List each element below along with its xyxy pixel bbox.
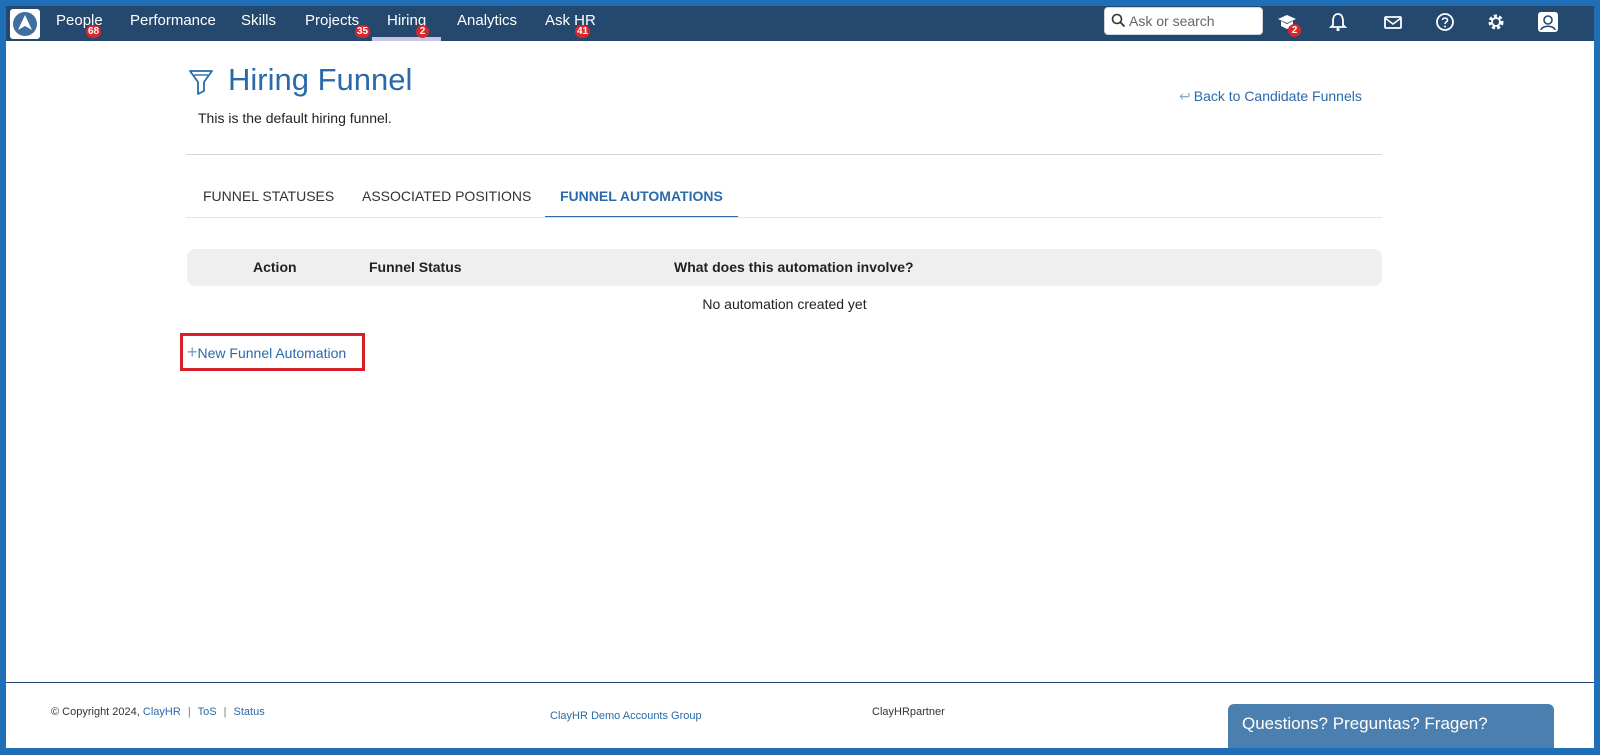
tabs-divider <box>186 217 1382 218</box>
bell-icon <box>1328 13 1348 32</box>
page-subtitle: This is the default hiring funnel. <box>198 110 392 126</box>
top-navbar: People 68 Performance Skills Projects 35… <box>6 6 1594 41</box>
help-icon <box>1436 13 1454 31</box>
tab-associated-positions[interactable]: ASSOCIATED POSITIONS <box>347 182 546 218</box>
nav-projects[interactable]: Projects 35 <box>305 6 371 41</box>
nav-hiring[interactable]: Hiring 2 <box>372 6 442 41</box>
back-to-funnels-link[interactable]: ↩ Back to Candidate Funnels <box>1179 88 1362 105</box>
footer-copyright-row: © Copyright 2024, ClayHR | ToS | Status <box>51 706 265 718</box>
new-funnel-automation-label: New Funnel Automation <box>197 344 347 361</box>
nav-people[interactable]: People 68 <box>56 6 103 41</box>
nav-projects-label: Projects <box>305 12 360 29</box>
gear-icon <box>1488 14 1504 30</box>
help-button[interactable] <box>1434 11 1456 33</box>
nav-ask-hr[interactable]: Ask HR 41 <box>545 6 596 41</box>
hiring-badge: 2 <box>416 25 429 38</box>
people-badge: 68 <box>86 25 102 38</box>
nav-performance[interactable]: Performance <box>130 6 216 41</box>
nav-skills-label: Skills <box>241 12 277 29</box>
plus-icon: + <box>187 341 198 362</box>
ask-hr-badge: 41 <box>575 25 591 38</box>
status-link[interactable]: Status <box>234 706 265 718</box>
logo[interactable] <box>10 9 40 39</box>
tab-funnel-automations[interactable]: FUNNEL AUTOMATIONS <box>545 182 738 218</box>
empty-state-message: No automation created yet <box>702 296 867 312</box>
nav-analytics-label: Analytics <box>457 12 518 29</box>
profile-button[interactable] <box>1537 11 1559 33</box>
user-avatar-icon <box>1538 12 1558 32</box>
learning-badge: 2 <box>1288 24 1301 37</box>
search-box[interactable] <box>1104 7 1263 35</box>
group-link[interactable]: ClayHR Demo Accounts Group <box>550 710 702 722</box>
help-chat-widget[interactable]: Questions? Preguntas? Fragen? <box>1228 704 1554 748</box>
search-icon <box>1111 13 1126 28</box>
footer-separator: | <box>223 706 227 718</box>
page-title: Hiring Funnel <box>228 62 413 97</box>
footer-partner: ClayHRpartner <box>872 706 945 718</box>
back-link-label: Back to Candidate Funnels <box>1193 88 1362 104</box>
search-input[interactable] <box>1129 11 1259 31</box>
messages-button[interactable] <box>1382 11 1404 33</box>
app-window: People 68 Performance Skills Projects 35… <box>6 6 1594 748</box>
projects-badge: 35 <box>355 25 371 38</box>
nav-skills[interactable]: Skills <box>241 6 276 41</box>
nav-performance-label: Performance <box>130 12 216 29</box>
copyright-text: © Copyright 2024, <box>51 706 140 718</box>
column-action: Action <box>253 259 297 275</box>
footer-divider <box>6 682 1594 683</box>
column-funnel-status: Funnel Status <box>369 259 462 275</box>
tos-link[interactable]: ToS <box>198 706 217 718</box>
column-automation-involves: What does this automation involve? <box>674 259 914 275</box>
learning-button[interactable]: 2 <box>1276 11 1301 37</box>
notifications-button[interactable] <box>1327 11 1349 33</box>
mail-icon <box>1384 16 1402 29</box>
tab-funnel-statuses[interactable]: FUNNEL STATUSES <box>188 182 349 218</box>
settings-button[interactable] <box>1485 11 1507 33</box>
footer-separator: | <box>187 706 191 718</box>
new-funnel-automation-button[interactable]: +New Funnel Automation <box>180 333 365 371</box>
clayhr-link[interactable]: ClayHR <box>143 706 181 718</box>
footer-group-row: ClayHR Demo Accounts Group <box>550 710 702 722</box>
table-header: Action Funnel Status What does this auto… <box>187 249 1382 286</box>
back-arrow-icon: ↩ <box>1179 88 1191 104</box>
funnel-icon <box>189 70 213 95</box>
nav-analytics[interactable]: Analytics <box>457 6 517 41</box>
header-divider <box>186 154 1382 155</box>
